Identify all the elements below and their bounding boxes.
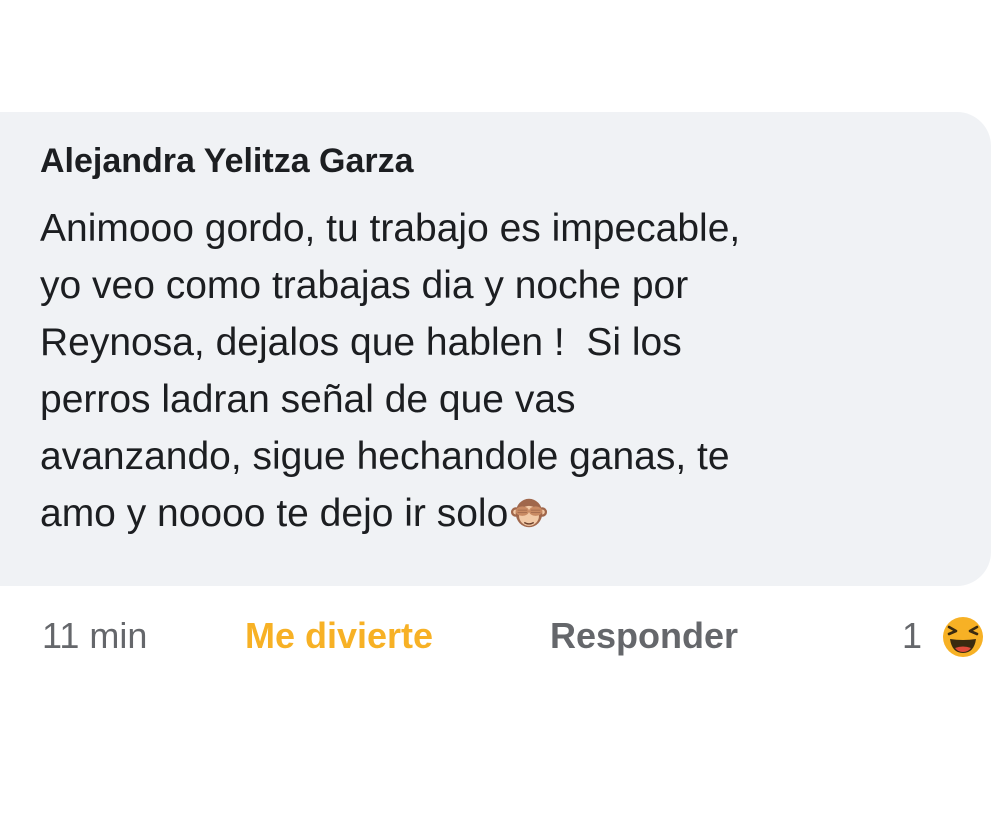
- reaction-count[interactable]: 1: [902, 614, 922, 658]
- comment-line: Animooo gordo, tu trabajo es impecable,: [40, 207, 741, 250]
- comment-timestamp[interactable]: 11 min: [42, 614, 147, 658]
- comment-screenshot: Alejandra Yelitza Garza Animooo gordo, t…: [0, 0, 991, 825]
- comment-line: Reynosa, dejalos que hablen ! Si los: [40, 321, 682, 364]
- reply-button[interactable]: Responder: [550, 614, 738, 658]
- comment-author-name[interactable]: Alejandra Yelitza Garza: [40, 141, 414, 181]
- comment-actions-row: 11 min Me divierte Responder 1: [0, 608, 991, 664]
- reaction-button[interactable]: Me divierte: [245, 614, 433, 658]
- see-no-evil-monkey-icon: [511, 498, 548, 528]
- comment-line-text: amo y noooo te dejo ir solo: [40, 492, 509, 535]
- comment-line: perros ladran señal de que vas: [40, 378, 576, 421]
- comment-line-last: amo y noooo te dejo ir solo: [40, 485, 970, 542]
- comment-line: yo veo como trabajas dia y noche por: [40, 264, 689, 307]
- comment-line: avanzando, sigue hechandole ganas, te: [40, 435, 730, 478]
- haha-reaction-icon[interactable]: [938, 612, 988, 662]
- comment-body: Animooo gordo, tu trabajo es impecable, …: [40, 200, 970, 542]
